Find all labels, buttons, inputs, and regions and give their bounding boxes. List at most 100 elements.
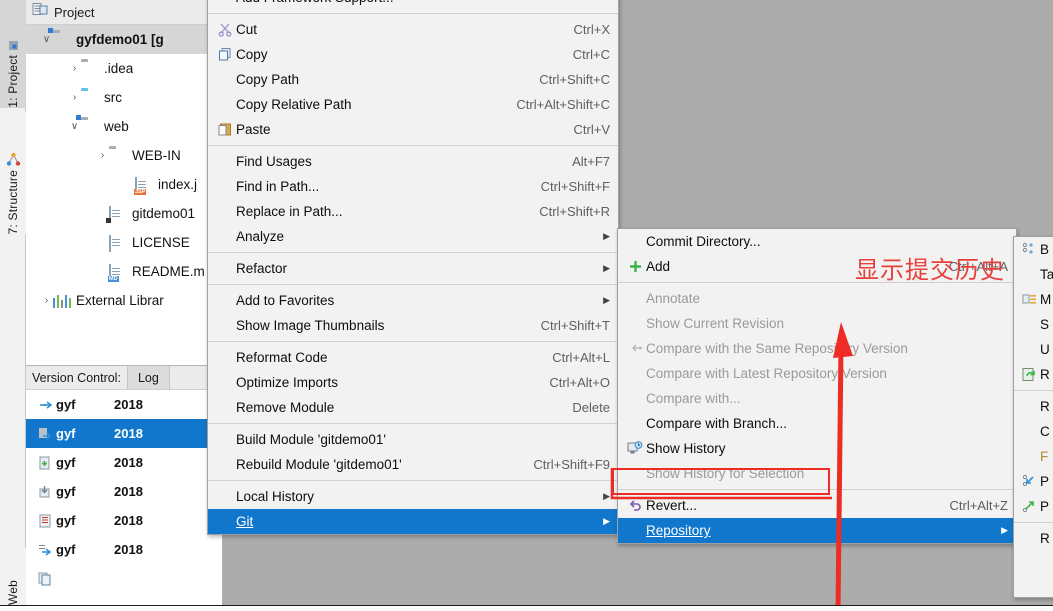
commit-row[interactable]: gyf 2018 [26, 506, 222, 535]
menu-separator [208, 423, 618, 424]
commit-merge-icon [34, 398, 56, 412]
menu-item-compare-same-repo-version: Compare with the Same Repository Version [618, 336, 1016, 361]
menu-item-show-image-thumbnails[interactable]: Show Image Thumbnails Ctrl+Shift+T [208, 313, 618, 338]
submenu-arrow-icon: ▶ [603, 491, 610, 501]
blank-icon [1018, 423, 1040, 441]
tree-item-label: gitdemo01 [132, 206, 196, 221]
menu-item-label: F [1040, 449, 1049, 464]
menu-item-show-history[interactable]: Show History [618, 436, 1016, 461]
menu-item-add-to-favorites[interactable]: Add to Favorites ▶ [208, 288, 618, 313]
menu-item-copy-relative-path[interactable]: Copy Relative Path Ctrl+Alt+Shift+C [208, 92, 618, 117]
menu-item-remotes[interactable]: R [1014, 394, 1053, 419]
commit-row[interactable]: gyf 2018 [26, 477, 222, 506]
project-panel-header[interactable]: Project ▼ [26, 0, 222, 25]
commit-row[interactable]: gyf 2018 [26, 448, 222, 477]
tree-item-label: index.j [158, 177, 198, 192]
menu-item-paste[interactable]: Paste Ctrl+V [208, 117, 618, 142]
menu-item-annotate: Annotate [618, 286, 1016, 311]
menu-item-label: Paste [236, 122, 271, 137]
menu-item-revert[interactable]: Revert... Ctrl+Alt+Z [618, 493, 1016, 518]
menu-item-label: Compare with the Same Repository Version [646, 341, 908, 356]
menu-item-analyze[interactable]: Analyze ▶ [208, 224, 618, 249]
menu-item-clone[interactable]: C [1014, 419, 1053, 444]
menu-item-copy-path[interactable]: Copy Path Ctrl+Shift+C [208, 67, 618, 92]
menu-item-label: Find Usages [236, 154, 312, 169]
menu-item-find-usages[interactable]: Find Usages Alt+F7 [208, 149, 618, 174]
menu-item-shortcut: Ctrl+Alt+L [552, 350, 610, 365]
commit-row[interactable]: gyf 2018 [26, 535, 222, 564]
menu-item-shortcut: Ctrl+Alt+Shift+C [516, 97, 610, 112]
expand-arrow-icon[interactable]: ∨ [40, 34, 53, 45]
tree-item-idea[interactable]: › .idea [26, 54, 222, 83]
menu-item-replace-in-path[interactable]: Replace in Path... Ctrl+Shift+R [208, 199, 618, 224]
menu-item-rebuild-module[interactable]: Rebuild Module 'gitdemo01' Ctrl+Shift+F9 [208, 452, 618, 477]
menu-item-shortcut: Ctrl+Shift+C [539, 72, 610, 87]
commit-merge2-icon [34, 543, 56, 557]
tree-item-src[interactable]: › src [26, 83, 222, 112]
menu-item-unstash-changes[interactable]: U [1014, 337, 1053, 362]
menu-item-compare-with-branch[interactable]: Compare with Branch... [618, 411, 1016, 436]
menu-item-branches[interactable]: B [1014, 237, 1053, 262]
commit-date: 2018 [114, 397, 143, 412]
add-plus-icon [624, 258, 646, 276]
menu-item-optimize-imports[interactable]: Optimize Imports Ctrl+Alt+O [208, 370, 618, 395]
tool-tab-structure[interactable]: 7: Structure [0, 112, 26, 234]
expand-arrow-icon[interactable]: › [68, 63, 81, 74]
show-history-icon [624, 440, 646, 458]
tree-item-license[interactable]: LICENSE [26, 228, 222, 257]
commit-row[interactable]: gyf 2018 [26, 390, 222, 419]
menu-item-show-history-for-selection: Show History for Selection [618, 461, 1016, 486]
menu-item-copy[interactable]: Copy Ctrl+C [208, 42, 618, 67]
menu-item-reset-head[interactable]: R [1014, 362, 1053, 387]
menu-item-shortcut: Ctrl+Alt+Z [949, 498, 1008, 513]
expand-arrow-icon[interactable]: › [68, 92, 81, 103]
menu-item-remove-module[interactable]: Remove Module Delete [208, 395, 618, 420]
tool-tab-web[interactable]: Web [0, 548, 26, 605]
tool-tab-project[interactable]: 1: Project [0, 0, 26, 108]
menu-item-build-module[interactable]: Build Module 'gitdemo01' [208, 427, 618, 452]
menu-item-label: P [1040, 474, 1050, 489]
menu-item-cut[interactable]: Cut Ctrl+X [208, 17, 618, 42]
commit-row[interactable] [26, 564, 222, 593]
menu-item-rebase[interactable]: R [1014, 526, 1053, 551]
menu-item-reformat-code[interactable]: Reformat Code Ctrl+Alt+L [208, 345, 618, 370]
tree-item-external-libraries[interactable]: › External Librar [26, 286, 222, 315]
tree-item-index-jsp[interactable]: JSP index.j [26, 170, 222, 199]
submenu-arrow-icon: ▶ [1001, 525, 1008, 535]
tree-item-label: src [104, 90, 122, 105]
menu-item-find-in-path[interactable]: Find in Path... Ctrl+Shift+F [208, 174, 618, 199]
pull-icon [1018, 473, 1040, 491]
menu-item-pull[interactable]: P [1014, 469, 1053, 494]
project-view-icon [32, 2, 48, 22]
menu-item-label: Compare with... [646, 391, 741, 406]
expand-arrow-icon[interactable]: › [96, 150, 109, 161]
tool-tab-structure-label: 7: Structure [6, 169, 20, 234]
expand-arrow-icon[interactable]: › [40, 295, 53, 306]
menu-item-label: Show Image Thumbnails [236, 318, 385, 333]
expand-arrow-icon[interactable]: ∨ [68, 121, 81, 132]
tree-item-readme-md[interactable]: MD README.m [26, 257, 222, 286]
tree-item-web[interactable]: ∨ web [26, 112, 222, 141]
menu-item-merge-changes[interactable]: M [1014, 287, 1053, 312]
tree-item-gyfdemo01[interactable]: ∨ gyfdemo01 [g [26, 25, 222, 54]
reset-icon [1018, 366, 1040, 384]
tree-item-gitdemo01-iml[interactable]: gitdemo01 [26, 199, 222, 228]
tab-log[interactable]: Log [126, 366, 170, 389]
tree-item-web-inf[interactable]: › WEB-IN [26, 141, 222, 170]
menu-item-label: S [1040, 317, 1050, 332]
menu-item-stash-changes[interactable]: S [1014, 312, 1053, 337]
menu-item-label: B [1040, 242, 1050, 257]
blank-icon [214, 96, 236, 114]
commit-row[interactable]: gyf 2018 [26, 419, 222, 448]
menu-item-fetch[interactable]: F [1014, 444, 1053, 469]
menu-item-tags[interactable]: Ta [1014, 262, 1053, 287]
menu-item-local-history[interactable]: Local History ▶ [208, 484, 618, 509]
menu-item-repository[interactable]: Repository ▶ [618, 518, 1016, 543]
menu-item-git[interactable]: Git ▶ [208, 509, 618, 534]
menu-separator [618, 489, 1016, 490]
menu-item-add-framework-support[interactable]: Add Framework Support... [208, 0, 618, 10]
menu-item-refactor[interactable]: Refactor ▶ [208, 256, 618, 281]
menu-item-push[interactable]: P [1014, 494, 1053, 519]
menu-separator [1014, 522, 1053, 523]
commit-author: gyf [56, 513, 76, 528]
